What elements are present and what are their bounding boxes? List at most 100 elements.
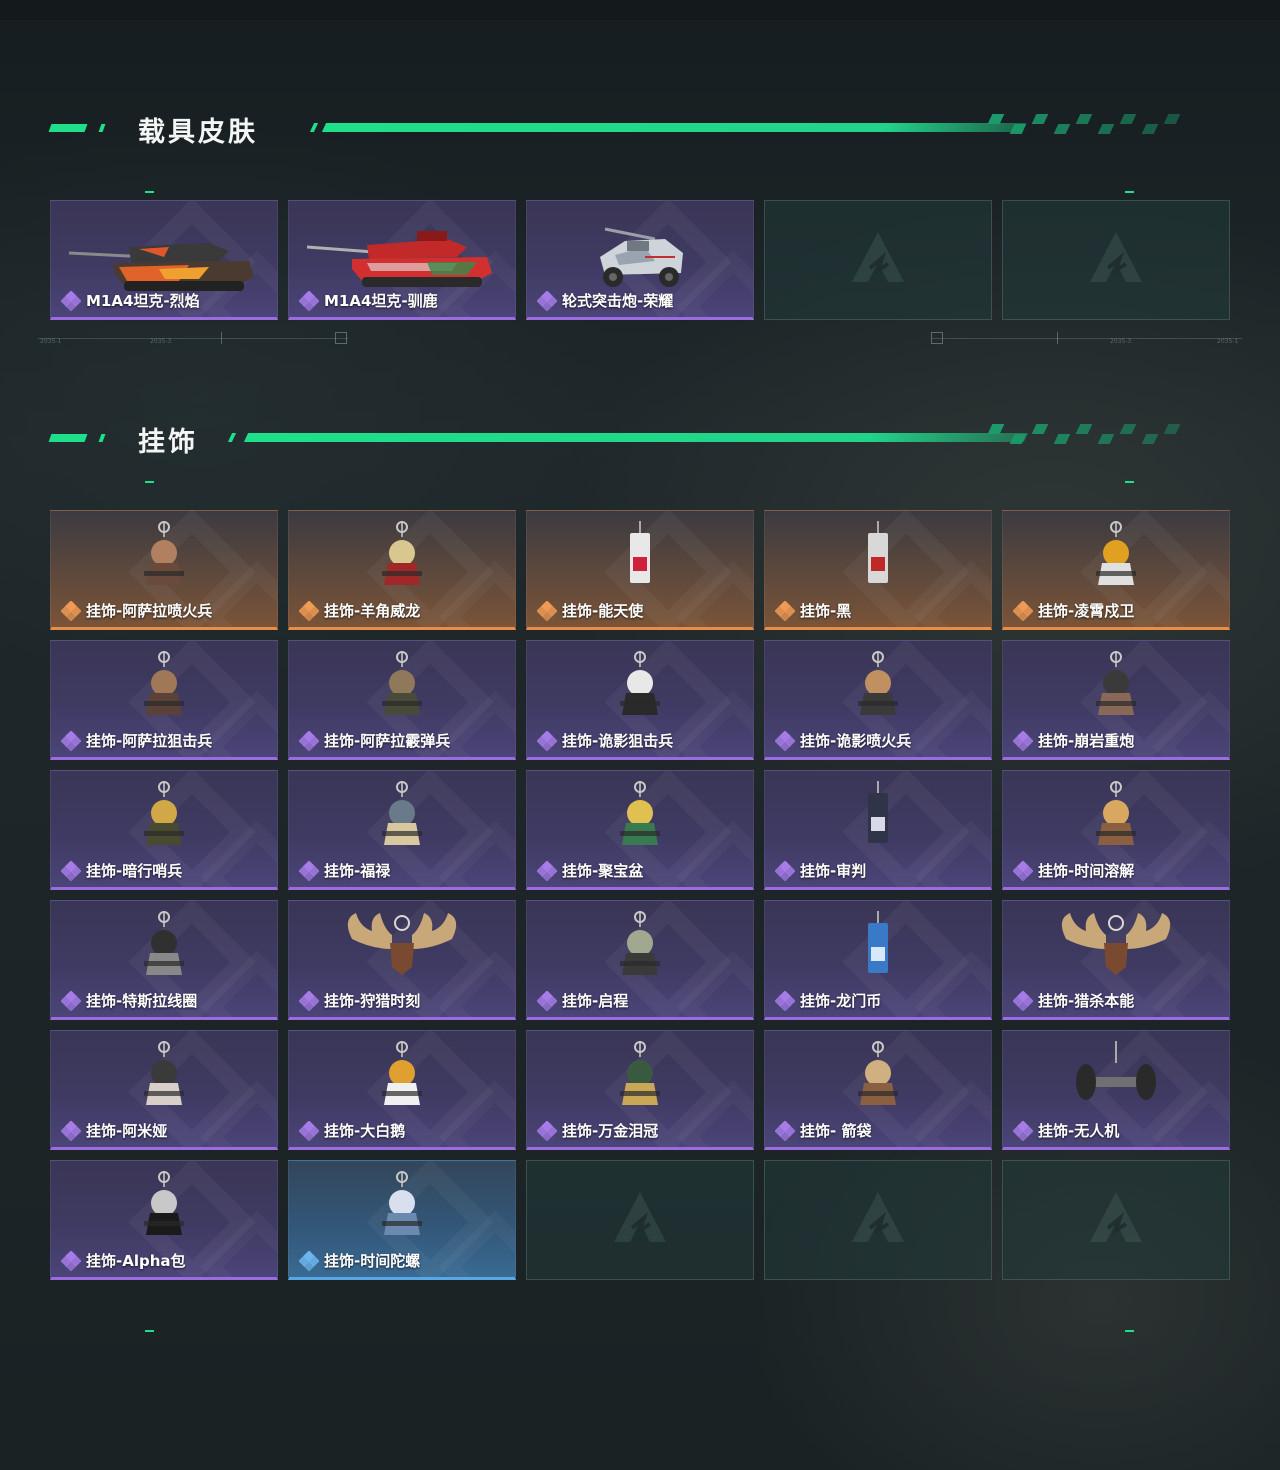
goose-charm-icon <box>342 1039 462 1118</box>
checker-block <box>1053 434 1071 444</box>
rarity-diamond-icon <box>1012 599 1034 622</box>
rarity-diamond-icon <box>774 1119 796 1142</box>
charm-card[interactable]: 挂饰-聚宝盆 <box>526 770 754 890</box>
corner-marker <box>1125 481 1134 483</box>
vehicle-skin-card[interactable]: M1A4坦克-驯鹿 <box>288 200 516 320</box>
charm-card[interactable]: 挂饰-Alpha包 <box>50 1160 278 1280</box>
charm-card[interactable]: 挂饰-福禄 <box>288 770 516 890</box>
charm-card[interactable]: 挂饰-阿米娅 <box>50 1030 278 1150</box>
card-label: 挂饰-阿萨拉喷火兵 <box>60 599 212 622</box>
shotgunner-charm-icon <box>342 649 462 728</box>
tank-reindeer-icon <box>306 217 497 301</box>
charm-card[interactable]: 挂饰-黑 <box>764 510 992 630</box>
charm-card[interactable]: 挂饰- 箭袋 <box>764 1030 992 1150</box>
drone-charm-icon <box>1056 1039 1176 1118</box>
melting-clock-charm-icon <box>1056 779 1176 858</box>
rarity-diamond-icon <box>536 729 558 752</box>
item-name: 挂饰- 箭袋 <box>800 1122 872 1140</box>
checker-block <box>1009 124 1027 134</box>
rarity-diamond-icon <box>298 599 320 622</box>
flamethrower-soldier-charm-icon <box>104 519 224 598</box>
charm-card[interactable]: 挂饰-无人机 <box>1002 1030 1230 1150</box>
charm-card[interactable]: 挂饰-羊角威龙 <box>288 510 516 630</box>
sniper-charm-icon <box>104 649 224 728</box>
quiver-charm-icon <box>818 1039 938 1118</box>
checker-block <box>1009 434 1027 444</box>
checker-block <box>1163 114 1181 124</box>
deco-label: 2035-1 <box>40 338 62 345</box>
charm-card[interactable]: 挂饰-时间溶解 <box>1002 770 1230 890</box>
charm-card[interactable]: 挂饰-时间陀螺 <box>288 1160 516 1280</box>
item-name: 挂饰-时间溶解 <box>1038 862 1135 880</box>
charm-card[interactable]: 挂饰-特斯拉线圈 <box>50 900 278 1020</box>
charm-card[interactable]: 挂饰-阿萨拉喷火兵 <box>50 510 278 630</box>
card-label: 挂饰-审判 <box>774 859 866 882</box>
charm-card[interactable]: 挂饰-审判 <box>764 770 992 890</box>
item-name: 挂饰-狩猎时刻 <box>324 992 421 1010</box>
charm-card[interactable]: 挂饰-诡影喷火兵 <box>764 640 992 760</box>
charm-card[interactable]: 挂饰-大白鹅 <box>288 1030 516 1150</box>
rarity-diamond-icon <box>60 1119 82 1142</box>
charm-card[interactable]: 挂饰-阿萨拉霰弹兵 <box>288 640 516 760</box>
deco-label: 2035-1 <box>1217 338 1239 345</box>
heavy-gunner-charm-icon <box>1056 649 1176 728</box>
vehicle-skin-card[interactable]: 轮式突击炮-荣耀 <box>526 200 754 320</box>
checker-block <box>1141 124 1159 134</box>
header-checker-pattern <box>987 114 1181 134</box>
rarity-diamond-icon <box>536 989 558 1012</box>
item-name: 挂饰-凌霄戍卫 <box>1038 602 1135 620</box>
rarity-diamond-icon <box>1012 989 1034 1012</box>
placeholder-logo-icon <box>848 228 908 288</box>
rarity-diamond-icon <box>1012 729 1034 752</box>
item-name: 挂饰-聚宝盆 <box>562 862 644 880</box>
black-card-charm-icon <box>818 519 938 598</box>
header-checker-pattern <box>987 424 1181 444</box>
item-name: 挂饰-龙门币 <box>800 992 882 1010</box>
charm-card[interactable]: 挂饰-狩猎时刻 <box>288 900 516 1020</box>
card-label: 挂饰-大白鹅 <box>298 1119 405 1142</box>
section-header-charms: 挂饰 <box>48 424 1200 458</box>
card-label: 挂饰-黑 <box>774 599 851 622</box>
card-label: 挂饰-阿米娅 <box>60 1119 167 1142</box>
charm-card[interactable]: 挂饰-暗行哨兵 <box>50 770 278 890</box>
charm-card[interactable]: 挂饰-崩岩重炮 <box>1002 640 1230 760</box>
rarity-diamond-icon <box>60 859 82 882</box>
item-name: 挂饰-羊角威龙 <box>324 602 421 620</box>
header-accent-bar <box>48 124 88 132</box>
charm-card[interactable]: 挂饰-能天使 <box>526 510 754 630</box>
rarity-diamond-icon <box>298 289 320 312</box>
charm-card[interactable]: 挂饰-诡影狙击兵 <box>526 640 754 760</box>
charm-card[interactable]: 挂饰-猎杀本能 <box>1002 900 1230 1020</box>
charm-card[interactable]: 挂饰-阿萨拉狙击兵 <box>50 640 278 760</box>
deco-square <box>335 332 347 344</box>
corner-marker <box>1125 1330 1134 1332</box>
card-label: 挂饰- 箭袋 <box>774 1119 872 1142</box>
charm-card[interactable]: 挂饰-龙门币 <box>764 900 992 1020</box>
item-name: 挂饰-猎杀本能 <box>1038 992 1135 1010</box>
empty-slot <box>526 1160 754 1280</box>
charm-card[interactable]: 挂饰-凌霄戍卫 <box>1002 510 1230 630</box>
item-name: 挂饰-特斯拉线圈 <box>86 992 198 1010</box>
rarity-diamond-icon <box>1012 1119 1034 1142</box>
item-name: 挂饰-崩岩重炮 <box>1038 732 1135 750</box>
rarity-diamond-icon <box>536 859 558 882</box>
checker-block <box>1075 424 1093 434</box>
empty-slot <box>764 200 992 320</box>
header-accent-tick <box>98 124 106 132</box>
rarity-diamond-icon <box>774 729 796 752</box>
checker-block <box>1141 434 1159 444</box>
section-header-vehicle-skins: 载具皮肤 <box>48 114 1200 148</box>
corner-marker <box>145 481 154 483</box>
rarity-diamond-icon <box>774 599 796 622</box>
placeholder-logo-icon <box>1086 1188 1146 1248</box>
charm-card[interactable]: 挂饰-启程 <box>526 900 754 1020</box>
placeholder-logo-icon <box>610 1188 670 1248</box>
header-accent-tick <box>98 434 106 442</box>
rarity-diamond-icon <box>774 859 796 882</box>
vehicle-skin-card[interactable]: M1A4坦克-烈焰 <box>50 200 278 320</box>
empty-slot <box>764 1160 992 1280</box>
checker-block <box>987 114 1005 124</box>
rarity-diamond-icon <box>774 989 796 1012</box>
checker-block <box>1163 424 1181 434</box>
charm-card[interactable]: 挂饰-万金泪冠 <box>526 1030 754 1150</box>
